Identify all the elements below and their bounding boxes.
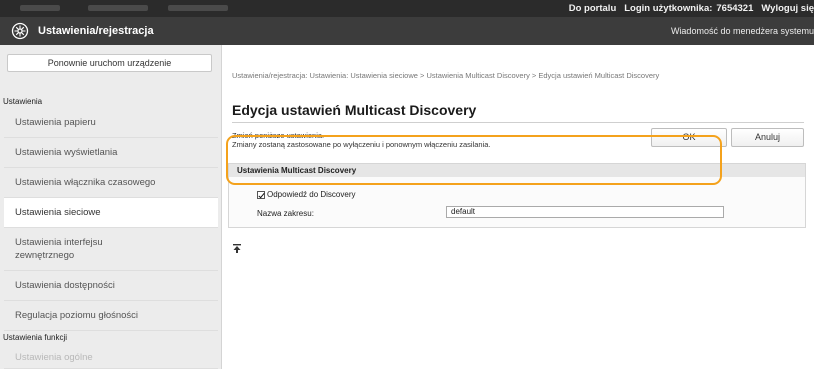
sidebar-item-accessibility[interactable]: Ustawienia dostępności bbox=[4, 271, 218, 301]
description-line: Zmiany zostaną zastosowane po wyłączeniu… bbox=[232, 140, 491, 149]
logout-link[interactable]: Wyloguj się bbox=[761, 3, 814, 14]
breadcrumb: Ustawienia/rejestracja: Ustawienia: Usta… bbox=[232, 71, 660, 80]
portal-link[interactable]: Do portalu bbox=[569, 3, 617, 14]
scroll-to-top-icon[interactable] bbox=[233, 244, 241, 253]
sidebar-item-network[interactable]: Ustawienia sieciowe bbox=[4, 198, 218, 228]
description-line: Zmień poniższe ustawienia. bbox=[232, 131, 325, 140]
discovery-response-row[interactable]: Odpowiedź do Discovery bbox=[257, 190, 355, 199]
sidebar-item-external-interface[interactable]: Ustawienia interfejsu zewnętrznego bbox=[4, 228, 218, 271]
blurred-text bbox=[20, 5, 60, 11]
sidebar-section-settings: Ustawienia bbox=[3, 97, 43, 106]
settings-logo-icon bbox=[11, 22, 29, 40]
discovery-response-label: Odpowiedź do Discovery bbox=[267, 190, 356, 199]
top-bar: Do portalu Login użytkownika: 7654321 Wy… bbox=[0, 0, 814, 17]
discovery-response-checkbox[interactable] bbox=[257, 190, 265, 199]
title-bar: Ustawienia/rejestracja Wiadomość do mene… bbox=[0, 17, 814, 45]
blurred-text bbox=[168, 5, 228, 11]
sidebar-item-general[interactable]: Ustawienia ogólne bbox=[4, 347, 218, 369]
main-content: Ustawienia/rejestracja: Ustawienia: Usta… bbox=[223, 45, 814, 369]
page-title: Edycja ustawień Multicast Discovery bbox=[232, 102, 477, 118]
user-id: 7654321 bbox=[716, 3, 754, 14]
login-label: Login użytkownika: bbox=[624, 3, 713, 14]
scope-name-label: Nazwa zakresu: bbox=[257, 209, 314, 218]
ok-button[interactable]: OK bbox=[651, 128, 727, 147]
sidebar-section-functions: Ustawienia funkcji bbox=[3, 333, 68, 342]
sidebar-item-volume[interactable]: Regulacja poziomu głośności bbox=[4, 301, 218, 331]
multicast-settings-panel: Ustawienia Multicast Discovery Odpowiedź… bbox=[228, 163, 806, 228]
top-links: Do portalu Login użytkownika: 7654321 Wy… bbox=[569, 0, 814, 17]
sidebar-item-paper[interactable]: Ustawienia papieru bbox=[4, 108, 218, 138]
cancel-button[interactable]: Anuluj bbox=[731, 128, 804, 147]
app-title: Ustawienia/rejestracja bbox=[38, 25, 154, 37]
sidebar-item-timer[interactable]: Ustawienia włącznika czasowego bbox=[4, 168, 218, 198]
scope-name-input[interactable]: default bbox=[446, 206, 724, 218]
sidebar: Ponownie uruchom urządzenie Ustawienia U… bbox=[0, 45, 222, 369]
divider bbox=[232, 122, 804, 123]
sidebar-item-label: Ustawienia interfejsu zewnętrznego bbox=[15, 237, 103, 261]
panel-heading: Ustawienia Multicast Discovery bbox=[229, 164, 805, 177]
blurred-text bbox=[88, 5, 148, 11]
sidebar-item-display[interactable]: Ustawienia wyświetlania bbox=[4, 138, 218, 168]
restart-device-button[interactable]: Ponownie uruchom urządzenie bbox=[7, 54, 212, 72]
message-to-admin-link[interactable]: Wiadomość do menedżera systemu bbox=[671, 26, 814, 36]
description: Zmień poniższe ustawienia. Zmiany zostan… bbox=[232, 131, 490, 149]
